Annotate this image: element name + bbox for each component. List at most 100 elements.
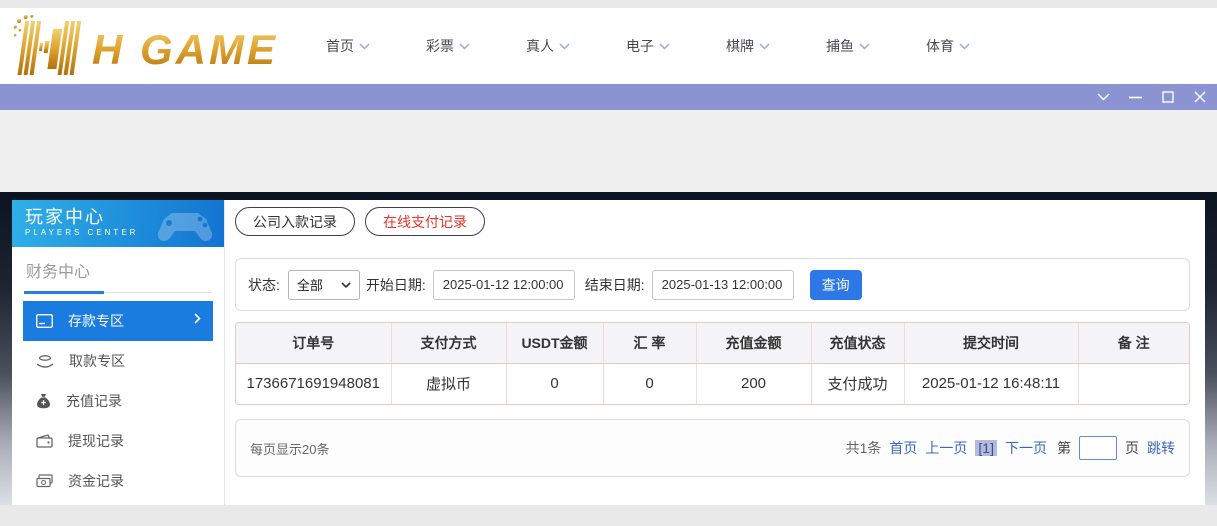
sidebar-item-label: 充值记录 [66, 391, 122, 411]
first-page-link[interactable]: 首页 [889, 438, 917, 458]
col-remark: 备 注 [1078, 323, 1189, 363]
cell-order-no: 1736671691948081 [236, 363, 391, 404]
nav-item-fishing[interactable]: 捕鱼 [826, 36, 870, 56]
sidebar-item-funds-records[interactable]: 资金记录 [23, 461, 213, 501]
main-nav: 首页 彩票 真人 电子 棋牌 捕鱼 体育 [326, 36, 970, 56]
status-select[interactable]: 全部 [288, 270, 360, 300]
logo-text: H GAME [92, 26, 276, 73]
minimize-icon [1129, 96, 1142, 99]
start-date-input[interactable] [433, 270, 575, 300]
tab-online-payment-records[interactable]: 在线支付记录 [365, 207, 485, 236]
top-edge-strip [0, 0, 1217, 8]
chevron-down-icon [459, 43, 470, 50]
table-header-row: 订单号 支付方式 USDT金额 汇 率 充值金额 充值状态 提交时间 备 注 [236, 323, 1189, 363]
next-page-link[interactable]: 下一页 [1005, 438, 1047, 458]
spacer-band [0, 110, 1217, 192]
total-count: 共1条 [846, 438, 882, 458]
pager-controls: 共1条 首页 上一页 [1] 下一页 第 页 跳转 [846, 436, 1175, 460]
section-title: 财务中心 [24, 258, 212, 282]
filter-bar: 状态: 全部 开始日期: 结束日期: 查询 [235, 258, 1190, 311]
table-row: 1736671691948081 虚拟币 0 0 200 支付成功 2025-0… [236, 363, 1189, 404]
sidebar-item-label: 资金记录 [68, 471, 124, 491]
nav-item-live[interactable]: 真人 [526, 36, 570, 56]
sidebar-header: 玩家中心 PLAYERS CENTER [12, 200, 224, 247]
chevron-right-icon [194, 313, 201, 324]
maximize-icon [1162, 91, 1174, 103]
cell-exchange-rate: 0 [603, 363, 696, 404]
page-number-input[interactable] [1079, 436, 1117, 460]
window-title-bar [0, 84, 1217, 110]
sidebar-item-withdraw-zone[interactable]: 取款专区 [23, 341, 213, 381]
nav-item-lottery[interactable]: 彩票 [426, 36, 470, 56]
sidebar-item-label: 存款专区 [68, 311, 124, 331]
cell-usdt-amount: 0 [506, 363, 603, 404]
nav-label: 首页 [326, 36, 354, 56]
sidebar-section: 财务中心 [12, 247, 224, 294]
prev-page-link[interactable]: 上一页 [925, 438, 967, 458]
per-page-text: 每页显示20条 [250, 439, 329, 458]
chevron-down-icon [1097, 93, 1110, 101]
site-header: H GAME 首页 彩票 真人 电子 棋牌 捕鱼 体育 [0, 8, 1217, 84]
status-label: 状态: [248, 275, 280, 295]
chevron-down-icon [959, 43, 970, 50]
chevron-down-icon [659, 43, 670, 50]
chevron-down-icon [759, 43, 770, 50]
window-minimize-button[interactable] [1128, 90, 1143, 105]
col-payment-method: 支付方式 [391, 323, 506, 363]
nav-label: 体育 [926, 36, 954, 56]
cell-payment-method: 虚拟币 [391, 363, 506, 404]
sidebar-item-label: 取款专区 [69, 351, 125, 371]
window-maximize-button[interactable] [1160, 90, 1175, 105]
sidebar-menu: 存款专区 取款专区 充值记录 [12, 294, 224, 501]
jump-link[interactable]: 跳转 [1147, 438, 1175, 458]
cell-remark [1078, 363, 1189, 404]
banknotes-icon [36, 474, 53, 488]
chevron-down-icon [559, 43, 570, 50]
nav-label: 捕鱼 [826, 36, 854, 56]
content-area: 公司入款记录 在线支付记录 状态: 全部 开始日期: 结束日期: 查询 [225, 200, 1205, 505]
nav-label: 电子 [626, 36, 654, 56]
record-tabs: 公司入款记录 在线支付记录 [235, 207, 1190, 236]
footer-strip [0, 505, 1217, 526]
search-button[interactable]: 查询 [810, 270, 862, 300]
sidebar-item-recharge-records[interactable]: 充值记录 [23, 381, 213, 421]
end-date-input[interactable] [652, 270, 794, 300]
bank-card-icon [36, 314, 53, 328]
window-close-button[interactable] [1192, 90, 1207, 105]
nav-label: 彩票 [426, 36, 454, 56]
nav-item-slots[interactable]: 电子 [626, 36, 670, 56]
chevron-down-icon [359, 43, 370, 50]
status-select-value: 全部 [297, 275, 323, 294]
col-exchange-rate: 汇 率 [603, 323, 696, 363]
players-center-panel: 玩家中心 PLAYERS CENTER 财务中心 存款专区 [12, 200, 1205, 505]
col-order-no: 订单号 [236, 323, 391, 363]
col-recharge-status: 充值状态 [811, 323, 904, 363]
close-icon [1194, 91, 1206, 103]
wallet-icon [36, 434, 53, 448]
chevron-down-icon [341, 282, 351, 288]
logo-mark [8, 15, 82, 75]
sidebar: 玩家中心 PLAYERS CENTER 财务中心 存款专区 [12, 200, 225, 505]
col-submit-time: 提交时间 [904, 323, 1078, 363]
nav-item-home[interactable]: 首页 [326, 36, 370, 56]
nav-label: 真人 [526, 36, 554, 56]
window-collapse-button[interactable] [1096, 90, 1111, 105]
records-table: 订单号 支付方式 USDT金额 汇 率 充值金额 充值状态 提交时间 备 注 1… [235, 322, 1190, 405]
end-date-label: 结束日期: [585, 275, 645, 295]
sidebar-item-withdrawal-records[interactable]: 提现记录 [23, 421, 213, 461]
section-divider [24, 291, 212, 294]
gamepad-icon [154, 205, 216, 243]
cell-recharge-status: 支付成功 [811, 363, 904, 404]
sidebar-item-label: 提现记录 [68, 431, 124, 451]
col-recharge-amount: 充值金额 [696, 323, 811, 363]
jump-suffix-label: 页 [1125, 438, 1139, 458]
tab-company-deposit-records[interactable]: 公司入款记录 [235, 207, 355, 236]
nav-item-boardgames[interactable]: 棋牌 [726, 36, 770, 56]
sidebar-item-deposit-zone[interactable]: 存款专区 [23, 301, 213, 341]
money-bag-icon [36, 393, 51, 409]
pagination-bar: 每页显示20条 共1条 首页 上一页 [1] 下一页 第 页 跳转 [235, 419, 1190, 477]
current-page-indicator: [1] [975, 440, 997, 456]
hgame-logo[interactable]: H GAME [8, 15, 276, 77]
nav-item-sports[interactable]: 体育 [926, 36, 970, 56]
chevron-down-icon [859, 43, 870, 50]
